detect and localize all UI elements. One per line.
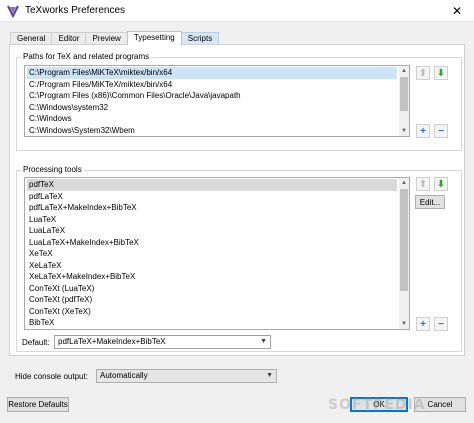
list-item[interactable]: LuaLaTeX [27,225,397,237]
add-path-button[interactable]: + [416,124,430,138]
list-item[interactable]: pdfLaTeX+MakeIndex+BibTeX [27,202,397,214]
scroll-thumb[interactable] [400,77,408,111]
close-window-button[interactable]: ✕ [440,0,474,22]
window-title: TeXworks Preferences [25,5,126,16]
move-tool-up-button[interactable]: ⬆ [416,177,430,191]
chevron-down-icon: ▼ [260,338,267,345]
restore-defaults-button[interactable]: Restore Defaults [7,397,69,412]
tools-scrollbar[interactable]: ▲ ▼ [399,178,409,329]
scroll-up-arrow-icon[interactable]: ▲ [399,178,409,188]
list-item[interactable]: BibTeX [27,317,397,329]
softpedia-watermark: SOFTPEDIA [328,397,426,413]
arrow-up-icon: ⬆ [418,178,428,190]
move-tool-down-button[interactable]: ⬇ [434,177,448,191]
list-item[interactable]: C:\Program Files (x86)\Common Files\Orac… [27,90,397,102]
move-path-down-button[interactable]: ⬇ [434,66,448,80]
tools-group-title: Processing tools [21,165,84,174]
arrow-down-icon: ⬇ [436,67,446,79]
add-tool-button[interactable]: + [416,317,430,331]
default-tool-label: Default: [22,338,50,347]
plus-icon: + [420,318,426,330]
tab-typesetting[interactable]: Typesetting [126,31,182,45]
default-tool-value: pdfLaTeX+MakeIndex+BibTeX [58,337,166,346]
remove-path-button[interactable]: − [434,124,448,138]
list-item[interactable]: ConTeXt (XeTeX) [27,306,397,318]
console-output-label: Hide console output: [15,372,88,381]
list-item[interactable]: C:/Program Files/MiKTeX/miktex/bin/x64 [27,79,397,91]
list-item[interactable]: C:\Program Files\MiKTeX\miktex/bin/x64 [27,67,397,79]
chevron-down-icon: ▼ [266,372,273,379]
list-item[interactable]: C:\Windows [27,113,397,125]
paths-scrollbar[interactable]: ▲ ▼ [399,66,409,136]
texworks-app-icon [7,5,19,18]
default-tool-select[interactable]: pdfLaTeX+MakeIndex+BibTeX ▼ [54,335,271,349]
list-item[interactable]: ConTeXt (LuaTeX) [27,283,397,295]
arrow-down-icon: ⬇ [436,178,446,190]
list-item[interactable]: XeTeX [27,248,397,260]
title-bar: TeXworks Preferences ✕ [0,0,474,22]
list-item[interactable]: C:\Windows\system32 [27,102,397,114]
paths-group-title: Paths for TeX and related programs [21,52,152,61]
scroll-down-arrow-icon[interactable]: ▼ [399,126,409,136]
minus-icon: − [438,318,444,330]
list-item[interactable]: C:\Windows\System32\Wbem [27,125,397,137]
console-output-value: Automatically [100,371,148,380]
list-item[interactable]: pdfLaTeX [27,191,397,203]
edit-tool-button[interactable]: Edit... [415,195,445,209]
tab-bar: General Editor Preview Typesetting Scrip… [10,31,220,45]
remove-tool-button[interactable]: − [434,317,448,331]
list-item[interactable]: XeLaTeX+MakeIndex+BibTeX [27,271,397,283]
console-output-select[interactable]: Automatically ▼ [96,369,277,383]
paths-list[interactable]: C:\Program Files\MiKTeX\miktex/bin/x64 C… [24,65,410,137]
scroll-down-arrow-icon[interactable]: ▼ [399,319,409,329]
scroll-thumb[interactable] [400,189,408,291]
tools-list[interactable]: pdfTeX pdfLaTeX pdfLaTeX+MakeIndex+BibTe… [24,177,410,330]
move-path-up-button[interactable]: ⬆ [416,66,430,80]
plus-icon: + [420,125,426,137]
list-item[interactable]: LuaTeX [27,214,397,226]
list-item[interactable]: ConTeXt (pdfTeX) [27,294,397,306]
minus-icon: − [438,125,444,137]
arrow-up-icon: ⬆ [418,67,428,79]
scroll-up-arrow-icon[interactable]: ▲ [399,66,409,76]
list-item[interactable]: XeLaTeX [27,260,397,272]
list-item[interactable]: pdfTeX [27,179,397,191]
close-icon: ✕ [451,4,463,18]
list-item[interactable]: LuaLaTeX+MakeIndex+BibTeX [27,237,397,249]
